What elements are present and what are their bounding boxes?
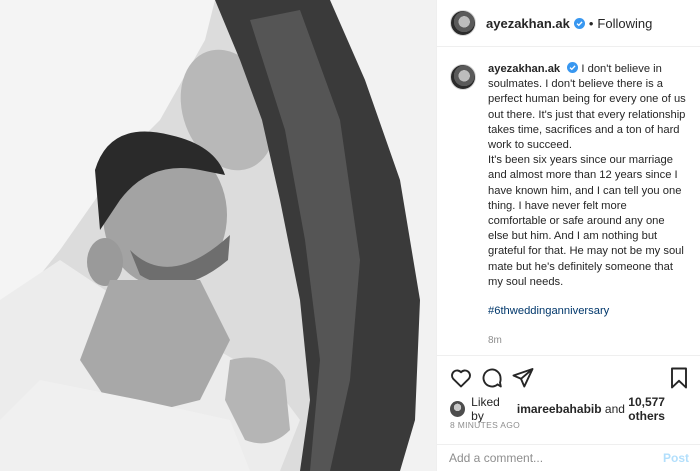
actions-bar: Liked by imareebahabib and 10,577 others… <box>437 355 700 453</box>
following-button[interactable]: Following <box>597 16 652 31</box>
bookmark-icon[interactable] <box>667 366 691 390</box>
verified-badge-icon <box>567 62 579 73</box>
post-timestamp[interactable]: 8 MINUTES AGO <box>450 420 520 430</box>
post-photo[interactable] <box>0 0 436 471</box>
verified-badge-icon <box>573 17 585 29</box>
comment-box: Post <box>437 444 700 471</box>
caption-author-username[interactable]: ayezakhan.ak <box>488 63 560 75</box>
caption-age: 8m <box>488 335 502 347</box>
caption-text: I don't believe in soulmates. I don't be… <box>488 63 686 152</box>
caption-text-continued: It's been six years since our marriage a… <box>488 154 684 288</box>
comment-icon[interactable] <box>480 366 504 390</box>
header-separator: • <box>588 15 594 31</box>
action-icons-row <box>449 366 691 390</box>
likes-count[interactable]: 10,577 others <box>628 395 700 423</box>
hashtag-link[interactable]: #6thweddinganniversary <box>488 304 687 319</box>
likes-prefix: Liked by <box>471 395 500 423</box>
liker-username[interactable]: imareebahabib <box>517 402 602 416</box>
comment-input[interactable] <box>449 451 663 465</box>
liker-avatar[interactable] <box>450 401 466 417</box>
couple-photo-illustration <box>0 0 436 471</box>
likes-and: and <box>604 402 625 416</box>
post-side-panel: ayezakhan.ak • Following ayezakhan.ak I … <box>436 0 700 471</box>
likes-summary: Liked by imareebahabib and 10,577 others <box>450 395 700 423</box>
author-username[interactable]: ayezakhan.ak <box>486 16 570 31</box>
caption-area: ayezakhan.ak I don't believe in soulmate… <box>437 62 700 348</box>
heart-icon[interactable] <box>449 366 473 390</box>
post-header: ayezakhan.ak • Following <box>437 0 700 47</box>
caption-body: ayezakhan.ak I don't believe in soulmate… <box>488 62 687 348</box>
author-avatar[interactable] <box>450 10 476 36</box>
caption-author-avatar[interactable] <box>450 64 476 90</box>
post-comment-button[interactable]: Post <box>663 451 689 465</box>
share-icon[interactable] <box>511 366 535 390</box>
